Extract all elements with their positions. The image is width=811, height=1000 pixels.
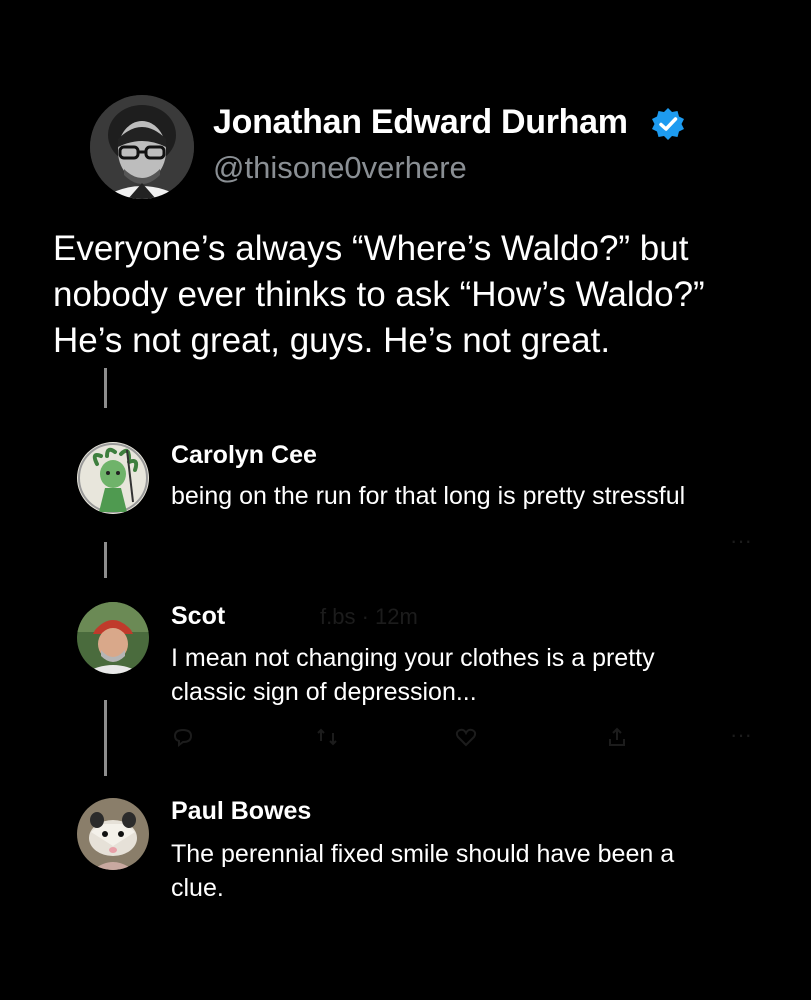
more-options-icon[interactable]: ···: [730, 528, 752, 554]
reply-text-line: being on the run for that long is pretty…: [171, 482, 686, 510]
tweet-text-line: Everyone’s always “Where’s Waldo?” but: [53, 229, 689, 268]
reply-text: being on the run for that long is pretty…: [171, 479, 771, 513]
thread-connector: [104, 542, 107, 578]
tweet-text-line: nobody ever thinks to ask “How’s Waldo?”: [53, 275, 705, 314]
author-avatar[interactable]: [90, 95, 194, 199]
reply-text-line: clue.: [171, 874, 224, 902]
retweet-icon[interactable]: [316, 726, 338, 748]
reply-avatar-scot[interactable]: [77, 602, 149, 674]
reply-meta-faint: f.bs · 12m: [320, 604, 418, 629]
reply-text-line: I mean not changing your clothes is a pr…: [171, 644, 655, 672]
author-handle[interactable]: @thisone0verhere: [213, 150, 467, 186]
author-name[interactable]: Jonathan Edward Durham: [213, 103, 628, 142]
thread-connector: [104, 700, 107, 776]
reply-author-name[interactable]: Paul Bowes: [171, 797, 311, 826]
reply-text-line: The perennial fixed smile should have be…: [171, 840, 675, 868]
tweet-text-line: He’s not great, guys. He’s not great.: [53, 321, 611, 360]
reply-icon[interactable]: [172, 726, 194, 748]
verified-badge-icon: [650, 106, 686, 142]
like-icon[interactable]: [455, 726, 477, 748]
share-icon[interactable]: [606, 726, 628, 748]
reply-avatar-paul[interactable]: [77, 798, 149, 870]
reply-author-name[interactable]: Carolyn Cee: [171, 441, 317, 470]
reply-text: The perennial fixed smile should have be…: [171, 837, 771, 905]
thread-connector: [104, 368, 107, 408]
reply-avatar-carolyn[interactable]: [77, 442, 149, 514]
reply-author-name[interactable]: Scot: [171, 602, 225, 631]
tweet-text: Everyone’s always “Where’s Waldo?” but n…: [53, 226, 793, 364]
reply-text: I mean not changing your clothes is a pr…: [171, 641, 771, 709]
more-options-icon[interactable]: ···: [730, 722, 752, 748]
reply-text-line: classic sign of depression...: [171, 678, 477, 706]
